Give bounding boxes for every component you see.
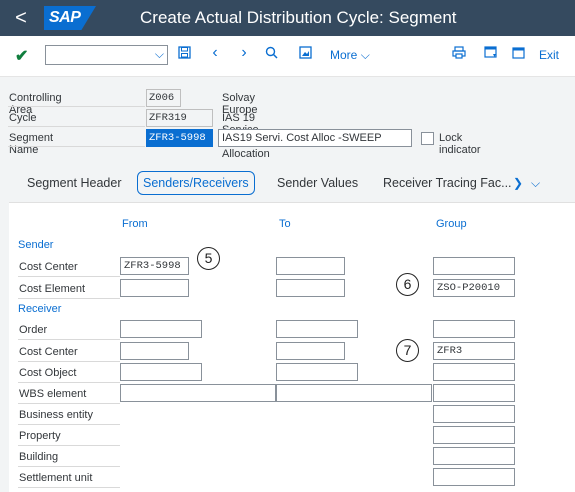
more-menu[interactable]: More ⌵: [330, 48, 370, 63]
wbs-element-from[interactable]: [120, 384, 276, 402]
cycle-label: Cycle: [9, 112, 37, 124]
image-icon[interactable]: [297, 46, 313, 62]
sender-cost-center-from[interactable]: ZFR3-5998: [120, 257, 189, 275]
divider: [18, 466, 120, 467]
column-group: Group: [436, 218, 467, 230]
column-from: From: [122, 218, 148, 230]
tab-segment-header[interactable]: Segment Header: [27, 176, 122, 190]
settlement-unit-label: Settlement unit: [19, 472, 93, 484]
divider: [18, 276, 120, 277]
receiver-cost-center-group[interactable]: ZFR3: [433, 342, 515, 360]
tab-receiver-tracing[interactable]: Receiver Tracing Fac...: [383, 176, 512, 190]
segment-name-label: Segment Name: [9, 132, 54, 156]
order-from[interactable]: [120, 320, 202, 338]
receiver-section-title: Receiver: [18, 303, 62, 315]
next-icon[interactable]: ›: [236, 44, 252, 62]
building-label: Building: [19, 451, 59, 463]
order-to[interactable]: [276, 320, 358, 338]
senders-receivers-panel: From To Group Sender Cost Center ZFR3-59…: [9, 202, 575, 492]
divider: [18, 445, 120, 446]
save-icon[interactable]: [176, 46, 192, 62]
divider: [18, 361, 120, 362]
chevron-down-icon[interactable]: ⌵: [155, 47, 164, 62]
toolbar: ✔ ⌵ ‹ › More ⌵ Exit: [0, 36, 575, 77]
cost-object-to[interactable]: [276, 363, 358, 381]
segment-desc-input[interactable]: IAS19 Servi. Cost Alloc -SWEEP: [218, 129, 412, 147]
divider: [18, 424, 120, 425]
order-group[interactable]: [433, 320, 515, 338]
tab-strip: Segment Header Senders/Receivers Sender …: [0, 170, 575, 200]
wbs-element-label: WBS element: [19, 388, 87, 400]
chevron-down-icon[interactable]: ⌵: [531, 176, 540, 191]
receiver-cost-center-from[interactable]: [120, 342, 189, 360]
receiver-cost-center-label: Cost Center: [19, 346, 78, 358]
window-icon[interactable]: [482, 46, 498, 62]
sender-cost-center-label: Cost Center: [19, 261, 78, 273]
sender-cost-center-group[interactable]: [433, 257, 515, 275]
cost-element-to[interactable]: [276, 279, 345, 297]
sender-section-title: Sender: [18, 239, 54, 251]
more-label: More: [330, 48, 358, 62]
settlement-unit-group[interactable]: [433, 468, 515, 486]
property-group[interactable]: [433, 426, 515, 444]
callout-badge: 7: [396, 339, 419, 362]
callout-badge: 5: [197, 247, 220, 270]
lock-indicator-label: Lock indicator: [439, 132, 481, 156]
segment-name-input[interactable]: ZFR3-5998: [146, 129, 213, 147]
cost-element-from[interactable]: [120, 279, 189, 297]
receiver-cost-center-to[interactable]: [276, 342, 345, 360]
divider: [18, 487, 120, 488]
chevron-right-icon[interactable]: ❯: [513, 176, 523, 190]
checkmark-icon[interactable]: ✔: [15, 46, 28, 66]
tab-sender-values[interactable]: Sender Values: [277, 176, 358, 190]
building-group[interactable]: [433, 447, 515, 465]
property-label: Property: [19, 430, 61, 442]
sap-logo: SAP: [44, 6, 96, 30]
divider: [18, 339, 120, 340]
divider: [18, 382, 120, 383]
page-title: Create Actual Distribution Cycle: Segmen…: [140, 8, 457, 27]
exit-button[interactable]: Exit: [539, 48, 559, 62]
divider: [8, 106, 145, 107]
tab-senders-receivers[interactable]: Senders/Receivers: [137, 171, 255, 195]
divider: [8, 146, 145, 147]
divider: [8, 126, 145, 127]
back-button[interactable]: <: [10, 7, 32, 29]
cost-object-group[interactable]: [433, 363, 515, 381]
command-field[interactable]: ⌵: [45, 45, 168, 65]
previous-icon[interactable]: ‹: [207, 44, 223, 62]
logo-text: SAP: [49, 9, 81, 26]
order-label: Order: [19, 324, 48, 336]
divider: [18, 403, 120, 404]
lock-indicator-checkbox[interactable]: [421, 132, 434, 145]
divider: [18, 298, 120, 299]
header-fields: Controlling Area Z006 Solvay Europe Cycl…: [0, 86, 575, 160]
cost-object-label: Cost Object: [19, 367, 77, 379]
wbs-element-group[interactable]: [433, 384, 515, 402]
business-entity-group[interactable]: [433, 405, 515, 423]
chevron-down-icon: ⌵: [360, 48, 370, 62]
print-icon[interactable]: [451, 46, 467, 62]
new-window-icon[interactable]: [510, 46, 526, 62]
cost-element-label: Cost Element: [19, 283, 86, 295]
search-icon[interactable]: [263, 46, 279, 62]
cycle-value: ZFR319: [146, 109, 213, 127]
shell-bar: < SAP Create Actual Distribution Cycle: …: [0, 0, 575, 36]
sender-cost-center-to[interactable]: [276, 257, 345, 275]
cost-element-group[interactable]: ZSO-P20010: [433, 279, 515, 297]
controlling-area-value: Z006: [146, 89, 181, 107]
business-entity-label: Business entity: [19, 409, 93, 421]
wbs-element-to[interactable]: [276, 384, 432, 402]
column-to: To: [279, 218, 291, 230]
callout-badge: 6: [396, 273, 419, 296]
cost-object-from[interactable]: [120, 363, 202, 381]
